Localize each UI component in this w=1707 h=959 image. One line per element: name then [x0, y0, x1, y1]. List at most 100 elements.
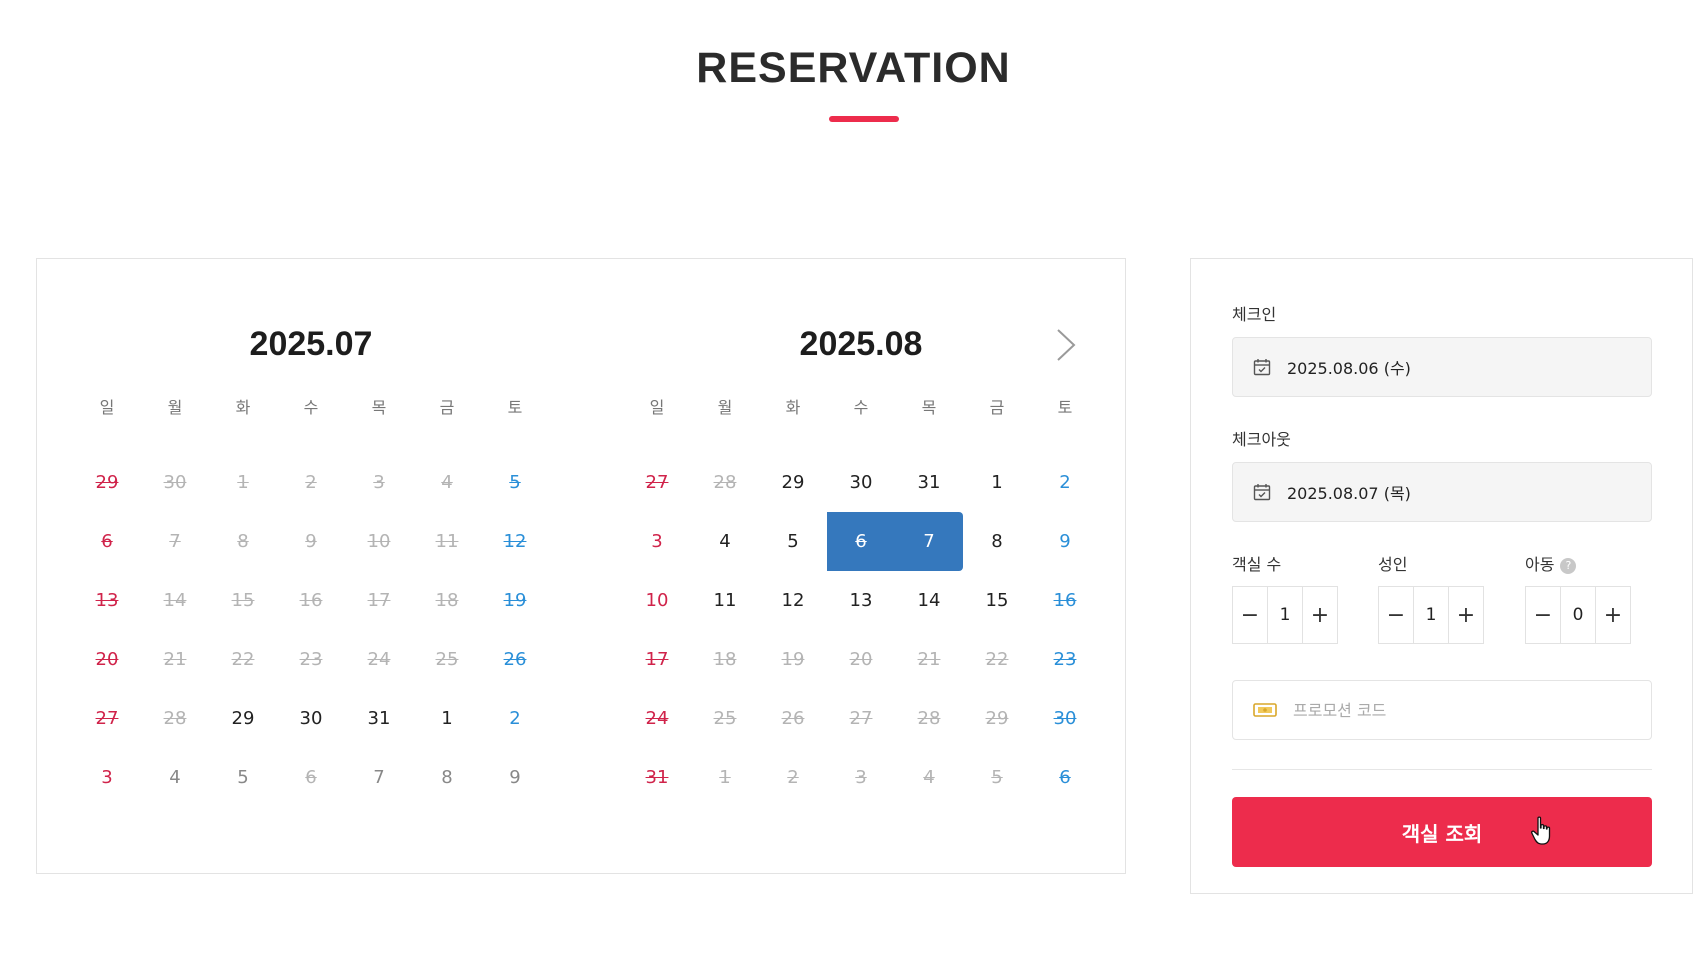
calendar-day: 1: [719, 767, 731, 788]
calendar-week: 27 28 29 30 31 1 2: [623, 453, 1099, 512]
calendar-day: 31: [645, 767, 669, 788]
checkin-field[interactable]: 2025.08.06 (수): [1232, 337, 1652, 397]
calendar-icon: [1253, 483, 1271, 501]
calendar-day: 18: [435, 590, 459, 611]
calendar-day[interactable]: 14: [895, 571, 963, 630]
calendar-grid: 일 월 화 수 목 금 토 29 30 1 2 3 4 5 6 7 8 9 10 11 12 13 14 15 16 17 18 19…: [73, 398, 549, 807]
calendar-day[interactable]: 4: [691, 512, 759, 571]
calendar-day[interactable]: 7: [895, 512, 963, 571]
children-minus-button[interactable]: −: [1526, 587, 1561, 643]
calendar-day[interactable]: 8: [963, 512, 1031, 571]
calendar-day[interactable]: 3: [623, 512, 691, 571]
calendar-panel: 2025.07 일 월 화 수 목 금 토 29 30 1 2 3 4 5 6 7 8 9 10 11 12 13 14 15…: [36, 258, 1126, 874]
page-title: RESERVATION: [696, 44, 1011, 92]
calendar-day: 18: [713, 649, 737, 670]
calendar-day[interactable]: 2: [481, 689, 549, 748]
calendar-day: 29: [95, 472, 119, 493]
calendar-day: 30: [1053, 708, 1077, 729]
search-rooms-button[interactable]: 객실 조회: [1232, 797, 1652, 867]
calendar-day[interactable]: 5: [759, 512, 827, 571]
calendar-day: 16: [299, 590, 323, 611]
calendar-day: 6: [1059, 767, 1071, 788]
checkout-field[interactable]: 2025.08.07 (목): [1232, 462, 1652, 522]
calendar-day: 23: [1053, 649, 1077, 670]
divider: [1232, 769, 1652, 770]
next-month-button[interactable]: [1051, 325, 1081, 365]
calendar-day[interactable]: 10: [623, 571, 691, 630]
calendar-day[interactable]: 12: [759, 571, 827, 630]
calendar-day[interactable]: 30: [277, 689, 345, 748]
calendar-day[interactable]: 6: [827, 512, 895, 571]
ticket-icon: [1253, 702, 1277, 718]
calendar-day[interactable]: 2: [1031, 453, 1099, 512]
calendar-day: 25: [713, 708, 737, 729]
calendar-day: 5: [991, 767, 1003, 788]
children-label: 아동?: [1525, 551, 1577, 575]
calendar-day: 29: [985, 708, 1009, 729]
calendar-day: 17: [645, 649, 669, 670]
calendar-day: 6: [101, 531, 113, 552]
checkin-value: 2025.08.06 (수): [1287, 359, 1411, 378]
calendar-day: 1: [237, 472, 249, 493]
calendar-week: 29 30 1 2 3 4 5: [73, 453, 549, 512]
calendar-day: 27: [645, 472, 669, 493]
calendar-day: 28: [163, 708, 187, 729]
calendar-day: 11: [435, 531, 459, 552]
calendar-day: 27: [849, 708, 873, 729]
calendar-day[interactable]: 1: [963, 453, 1031, 512]
promo-field[interactable]: [1232, 680, 1652, 740]
calendar-day: 30: [163, 472, 187, 493]
calendar-day: 7: [169, 531, 181, 552]
adults-label: 성인: [1378, 555, 1408, 574]
calendar-day: 25: [435, 649, 459, 670]
calendar-week: 3 4 5 6 7 8 9: [73, 748, 549, 807]
calendar-week: 24 25 26 27 28 29 30: [623, 689, 1099, 748]
calendar-day[interactable]: 13: [827, 571, 895, 630]
rooms-stepper: − 1 +: [1232, 586, 1338, 644]
calendar-day: 22: [985, 649, 1009, 670]
weekday-header: 목: [921, 398, 937, 417]
calendar-day[interactable]: 1: [413, 689, 481, 748]
adults-stepper: − 1 +: [1378, 586, 1484, 644]
calendar-day: 23: [299, 649, 323, 670]
calendar-day: 13: [95, 590, 119, 611]
adults-minus-button[interactable]: −: [1379, 587, 1414, 643]
hand-cursor-icon: [1530, 816, 1554, 850]
calendar-grid: 일 월 화 수 목 금 토 27 28 29 30 31 1 2 3 4 5 6 7 8 9 10 11 12 13 14 15 16…: [623, 398, 1099, 807]
calendar-day[interactable]: 11: [691, 571, 759, 630]
calendar-day[interactable]: 9: [1031, 512, 1099, 571]
weekday-header: 토: [1057, 398, 1073, 417]
calendar-day: 28: [713, 472, 737, 493]
calendar-day: 26: [503, 649, 527, 670]
calendar-week: 17 18 19 20 21 22 23: [623, 630, 1099, 689]
calendar-day[interactable]: 3: [73, 748, 141, 807]
weekday-header: 금: [989, 398, 1005, 417]
calendar-day: 17: [367, 590, 391, 611]
help-icon[interactable]: ?: [1560, 557, 1577, 574]
weekday-header: 화: [785, 398, 801, 417]
calendar-day: 5: [237, 767, 249, 788]
calendar-day[interactable]: 29: [759, 453, 827, 512]
calendar-day[interactable]: 15: [963, 571, 1031, 630]
calendar-week: 13 14 15 16 17 18 19: [73, 571, 549, 630]
rooms-minus-button[interactable]: −: [1233, 587, 1268, 643]
checkin-label: 체크인: [1232, 305, 1277, 324]
rooms-plus-button[interactable]: +: [1302, 587, 1337, 643]
calendar-day: 20: [95, 649, 119, 670]
adults-plus-button[interactable]: +: [1448, 587, 1483, 643]
promo-input[interactable]: [1291, 699, 1635, 721]
weekday-header: 월: [717, 398, 733, 417]
calendar-day: 16: [1053, 590, 1077, 611]
weekday-header: 수: [303, 398, 319, 417]
calendar-day[interactable]: 31: [895, 453, 963, 512]
calendar-day[interactable]: 29: [209, 689, 277, 748]
calendar-day[interactable]: 30: [827, 453, 895, 512]
calendar-day[interactable]: 31: [345, 689, 413, 748]
checkout-label: 체크아웃: [1232, 430, 1291, 449]
chevron-right-icon: [1057, 329, 1076, 361]
calendar-day: 2: [305, 472, 317, 493]
children-stepper: − 0 +: [1525, 586, 1631, 644]
children-plus-button[interactable]: +: [1595, 587, 1630, 643]
children-value: 0: [1572, 605, 1584, 625]
rooms-value: 1: [1279, 605, 1291, 625]
